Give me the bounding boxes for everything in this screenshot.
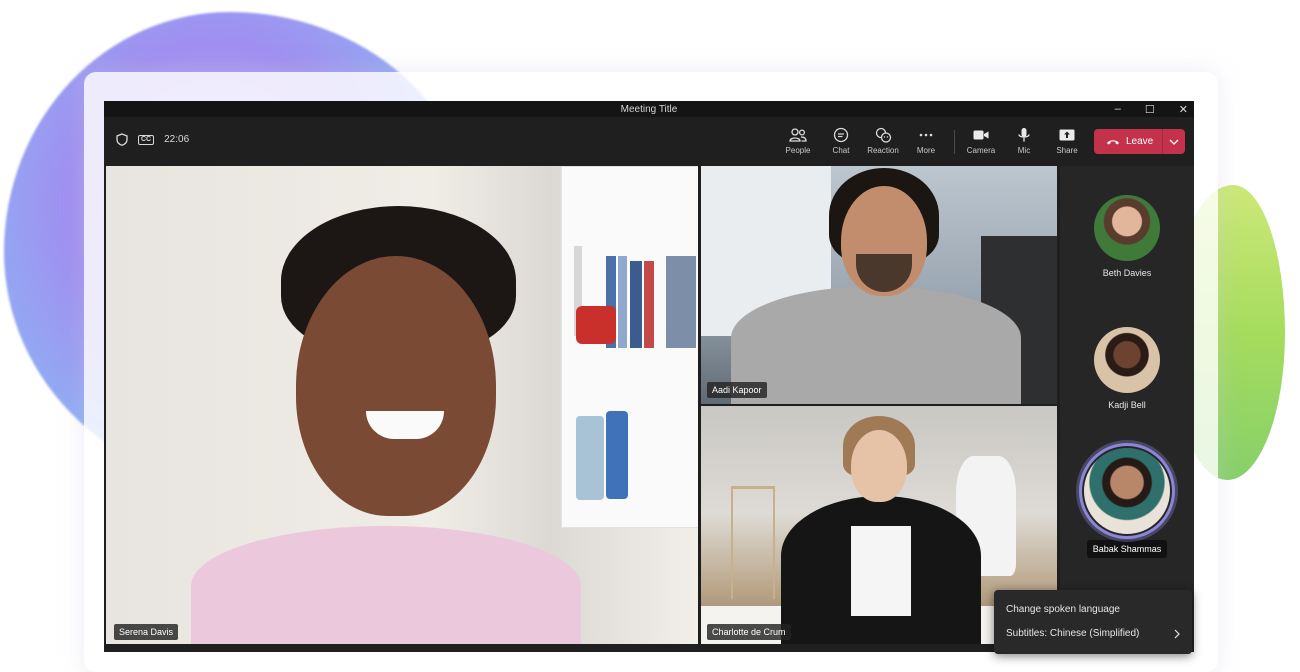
close-icon[interactable]: ✕ (1179, 103, 1188, 116)
shield-icon[interactable] (116, 133, 128, 146)
more-label: More (916, 146, 936, 155)
window-controls: – ☐ ✕ (1115, 101, 1188, 117)
leave-options-button[interactable] (1163, 129, 1185, 154)
people-icon (789, 128, 807, 142)
camera-label: Camera (966, 146, 996, 155)
chat-button[interactable]: Chat (823, 125, 859, 159)
person-serena (176, 196, 596, 644)
reaction-button[interactable]: Reaction (865, 125, 901, 159)
people-button[interactable]: People (780, 125, 816, 159)
camera-button[interactable]: Camera (963, 125, 999, 159)
roster-name: Babak Shammas (1086, 540, 1168, 558)
book (644, 261, 654, 348)
mic-button[interactable]: Mic (1006, 125, 1042, 159)
sweater (731, 286, 1021, 404)
participant-roster: Beth Davies Kadji Bell Babak Shammas (1060, 166, 1194, 652)
meeting-timer: 22:06 (164, 134, 190, 145)
menu-item-label: Change spoken language (1006, 604, 1120, 615)
camera-icon (973, 130, 989, 140)
chevron-right-icon (1174, 629, 1180, 638)
chat-icon (833, 127, 849, 143)
participant-name-tag: Serena Davis (114, 624, 179, 640)
person-aadi (711, 166, 1031, 404)
roster-item[interactable]: Kadji Bell (1060, 327, 1194, 410)
meeting-window: Meeting Title – ☐ ✕ CC 22:06 People Chat… (104, 101, 1194, 652)
person-charlotte (771, 416, 991, 644)
people-label: People (785, 146, 811, 155)
bottle (606, 411, 628, 499)
chat-label: Chat (832, 146, 850, 155)
blouse (851, 526, 911, 616)
book (618, 256, 627, 348)
roster-name: Beth Davies (1102, 268, 1152, 278)
face (296, 256, 496, 516)
book (666, 256, 696, 348)
mic-label: Mic (1017, 146, 1031, 155)
maximize-icon[interactable]: ☐ (1145, 103, 1155, 116)
meeting-info: CC 22:06 (116, 133, 189, 146)
roster-item[interactable]: Beth Davies (1060, 195, 1194, 278)
window-title: Meeting Title (620, 103, 678, 115)
menu-item-subtitles[interactable]: Subtitles: Chinese (Simplified) (1006, 628, 1180, 639)
toolbar-divider (954, 130, 955, 154)
share-label: Share (1056, 146, 1078, 155)
minimize-icon[interactable]: – (1115, 103, 1121, 115)
roster-item-active-speaker[interactable]: Babak Shammas (1060, 448, 1194, 558)
leave-label: Leave (1126, 136, 1154, 147)
video-tile-serena[interactable]: Serena Davis (106, 166, 698, 644)
leave-main-button[interactable]: Leave (1094, 129, 1162, 154)
reaction-label: Reaction (867, 146, 899, 155)
more-icon (919, 133, 933, 137)
face (851, 430, 907, 502)
chevron-down-icon (1169, 139, 1179, 145)
shirt (191, 526, 581, 644)
participant-name-tag: Aadi Kapoor (707, 382, 767, 398)
participant-name-tag: Charlotte de Crum (707, 624, 791, 640)
avatar (1094, 327, 1160, 393)
roster-name: Kadji Bell (1108, 400, 1146, 410)
book (630, 261, 642, 348)
share-button[interactable]: Share (1049, 125, 1085, 159)
avatar (1094, 195, 1160, 261)
reaction-icon (875, 127, 892, 143)
side-table (731, 486, 775, 599)
meeting-toolbar: CC 22:06 People Chat Reaction More Camer… (104, 117, 1194, 165)
phone-hangup-icon (1107, 139, 1119, 144)
menu-item-change-language[interactable]: Change spoken language (1006, 604, 1180, 615)
menu-item-label: Subtitles: Chinese (Simplified) (1006, 628, 1140, 639)
mic-icon (1018, 128, 1030, 142)
more-button[interactable]: More (908, 125, 944, 159)
caption-context-menu: Change spoken language Subtitles: Chines… (994, 590, 1192, 654)
avatar (1084, 448, 1170, 534)
captions-icon[interactable]: CC (138, 134, 155, 145)
leave-button[interactable]: Leave (1094, 129, 1185, 154)
video-tile-aadi[interactable]: Aadi Kapoor (701, 166, 1057, 404)
share-icon (1059, 129, 1075, 141)
title-bar: Meeting Title – ☐ ✕ (104, 101, 1194, 117)
